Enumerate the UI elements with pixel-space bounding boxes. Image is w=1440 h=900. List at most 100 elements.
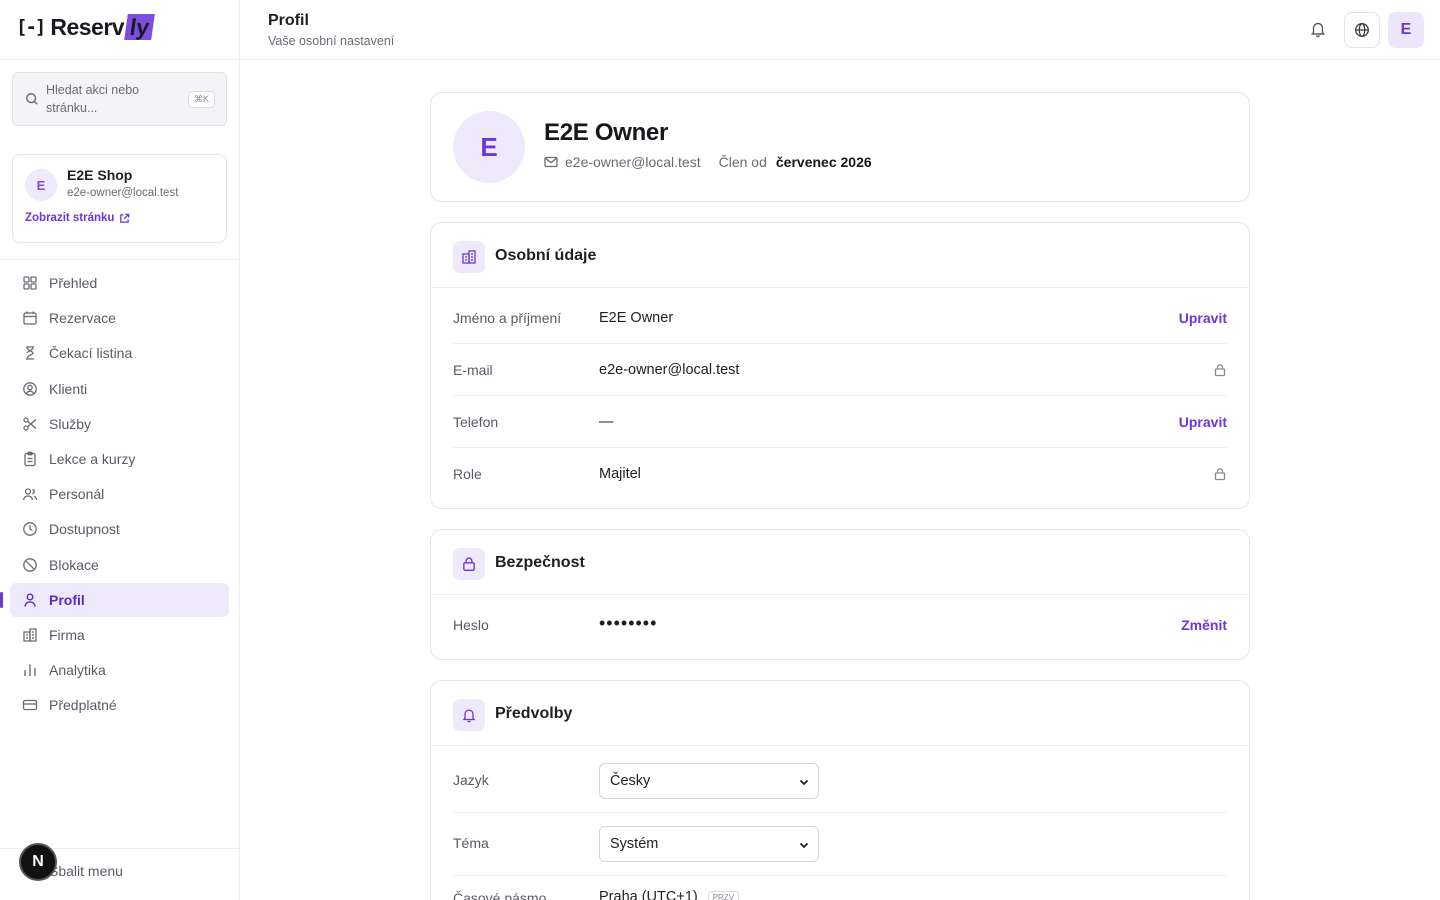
sidebar-item-label: Lekce a kurzy bbox=[49, 450, 136, 467]
sidebar-item-prehled[interactable]: Přehled bbox=[10, 266, 229, 300]
sidebar-item-sluzby[interactable]: Služby bbox=[10, 407, 229, 441]
row-role: Role Majitel bbox=[453, 448, 1227, 500]
lock-icon bbox=[463, 557, 475, 571]
sidebar-item-cekaci-listina[interactable]: Čekací listina bbox=[10, 336, 229, 370]
row-label: E-mail bbox=[453, 362, 493, 378]
external-link-icon bbox=[120, 213, 130, 223]
section-title: Osobní údaje bbox=[495, 247, 597, 264]
row-email: E-mail e2e-owner@local.test bbox=[453, 344, 1227, 396]
building-icon bbox=[23, 628, 37, 642]
search-shortcut-badge: ⌘K bbox=[187, 91, 215, 108]
shop-card: E E2E Shop e2e-owner@local.test Zobrazit… bbox=[12, 154, 227, 243]
row-value: e2e-owner@local.test bbox=[599, 362, 740, 378]
sidebar-item-klienti[interactable]: Klienti bbox=[10, 372, 229, 406]
sidebar-item-label: Služby bbox=[49, 415, 92, 432]
logo-text: Reserv bbox=[50, 13, 125, 40]
theme-select[interactable]: Systém bbox=[599, 826, 819, 862]
sidebar-item-dostupnost[interactable]: Dostupnost bbox=[10, 512, 229, 546]
search-icon bbox=[26, 93, 38, 105]
page-title: Profil bbox=[268, 12, 309, 29]
profile-card: E E2E Owner e2e-owner@local.test Člen od… bbox=[430, 92, 1250, 202]
sidebar-item-label: Klienti bbox=[49, 380, 88, 397]
user-circle-icon bbox=[23, 381, 37, 396]
section-icon-box bbox=[453, 699, 485, 731]
bell-icon bbox=[462, 709, 476, 723]
member-since-label: Člen od bbox=[718, 154, 767, 170]
logo-suffix: ly bbox=[124, 14, 156, 40]
scissors-icon bbox=[23, 417, 37, 431]
row-value: E2E Owner bbox=[599, 310, 674, 326]
users-icon bbox=[22, 488, 38, 501]
sidebar-item-label: Rezervace bbox=[49, 310, 116, 327]
sidebar-item-label: Firma bbox=[49, 626, 85, 643]
credit-card-icon bbox=[22, 700, 38, 711]
sidebar-item-label: Analytika bbox=[49, 662, 106, 679]
row-label: Heslo bbox=[453, 617, 489, 633]
user-menu-button[interactable]: E bbox=[1388, 12, 1424, 48]
globe-icon bbox=[1355, 23, 1369, 37]
sidebar-item-lekce-a-kurzy[interactable]: Lekce a kurzy bbox=[10, 442, 229, 476]
sidebar-item-label: Přehled bbox=[49, 275, 98, 291]
language-select[interactable]: Česky bbox=[599, 763, 819, 799]
row-label: Telefon bbox=[453, 414, 499, 430]
sidebar-item-label: Personál bbox=[49, 486, 105, 503]
sidebar-nav: Přehled Rezervace Čekací listina Klienti… bbox=[0, 266, 229, 723]
sidebar-item-label: Blokace bbox=[49, 556, 99, 573]
row-label: Jméno a příjmení bbox=[453, 310, 562, 326]
clipboard-icon bbox=[24, 451, 36, 467]
edit-name-button[interactable]: Upravit bbox=[1179, 310, 1227, 326]
security-card: Bezpečnost Heslo •••••••• Změnit bbox=[430, 529, 1250, 660]
sidebar-item-personal[interactable]: Personál bbox=[10, 477, 229, 511]
top-header: Profil Vaše osobní nastavení E bbox=[240, 0, 1440, 60]
change-password-button[interactable]: Změnit bbox=[1181, 617, 1227, 633]
mail-icon bbox=[544, 156, 558, 168]
sidebar-item-label: Dostupnost bbox=[49, 521, 120, 538]
bell-icon[interactable] bbox=[1309, 20, 1327, 38]
section-icon-box bbox=[453, 548, 485, 580]
sidebar-item-blokace[interactable]: Blokace bbox=[10, 548, 229, 582]
search-input[interactable]: Hledat akci nebo stránku... ⌘K bbox=[12, 72, 227, 126]
section-title: Předvolby bbox=[495, 705, 573, 722]
profile-avatar: E bbox=[453, 111, 525, 183]
timezone-value: Praha (UTC+1) PRZV bbox=[599, 889, 740, 900]
row-language: Jazyk Česky bbox=[453, 750, 1227, 813]
profile-meta: e2e-owner@local.test Člen od červenec 20… bbox=[544, 154, 872, 170]
row-value: — bbox=[599, 414, 614, 430]
sidebar-item-firma[interactable]: Firma bbox=[10, 618, 229, 652]
row-theme: Téma Systém bbox=[453, 813, 1227, 876]
row-label: Jazyk bbox=[453, 772, 489, 788]
sidebar: [-] Reserv ly Hledat akci nebo stránku..… bbox=[0, 0, 240, 900]
edit-phone-button[interactable]: Upravit bbox=[1179, 414, 1227, 430]
logo[interactable]: [-] Reserv ly bbox=[16, 13, 156, 40]
row-value: Majitel bbox=[599, 466, 641, 482]
grid-icon bbox=[23, 276, 37, 290]
row-phone: Telefon — Upravit bbox=[453, 396, 1227, 448]
row-password: Heslo •••••••• Změnit bbox=[453, 599, 1227, 651]
lock-icon bbox=[1214, 364, 1226, 377]
preferences-card: Předvolby Jazyk Česky Téma Systém Časové… bbox=[430, 680, 1250, 900]
password-mask: •••••••• bbox=[599, 613, 658, 633]
logo-bracket-icon: [-] bbox=[16, 16, 46, 38]
language-select-value: Česky bbox=[610, 773, 651, 789]
row-full-name: Jméno a příjmení E2E Owner Upravit bbox=[453, 292, 1227, 344]
collapse-menu-label: Sbalit menu bbox=[49, 863, 123, 879]
dev-tools-button[interactable]: N bbox=[19, 843, 57, 881]
section-title: Bezpečnost bbox=[495, 554, 585, 571]
sidebar-item-analytika[interactable]: Analytika bbox=[10, 653, 229, 687]
clock-icon bbox=[23, 522, 37, 537]
sidebar-item-label: Čekací listina bbox=[49, 345, 133, 362]
personal-data-card: Osobní údaje Jméno a příjmení E2E Owner … bbox=[430, 222, 1250, 509]
search-placeholder: Hledat akci nebo stránku... bbox=[46, 83, 140, 115]
sidebar-item-profil[interactable]: Profil bbox=[0, 582, 229, 617]
section-header: Osobní údaje bbox=[431, 223, 1249, 288]
language-button[interactable] bbox=[1344, 12, 1380, 48]
calendar-icon bbox=[23, 311, 37, 325]
view-page-link-label: Zobrazit stránku bbox=[25, 212, 115, 224]
sidebar-item-rezervace[interactable]: Rezervace bbox=[10, 301, 229, 335]
sidebar-item-predplatne[interactable]: Předplatné bbox=[10, 688, 229, 722]
section-icon-box bbox=[453, 241, 485, 273]
divider bbox=[0, 259, 239, 260]
chevron-down-icon bbox=[799, 842, 809, 849]
view-page-link[interactable]: Zobrazit stránku bbox=[25, 212, 130, 224]
lock-icon bbox=[1214, 468, 1226, 481]
